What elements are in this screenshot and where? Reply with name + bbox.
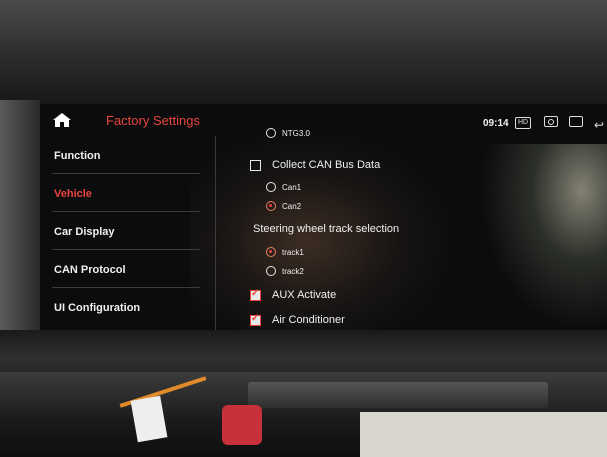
checkbox-collect-can-bus-data[interactable]: Collect CAN Bus Data <box>230 159 430 173</box>
bezel-top <box>0 0 607 108</box>
camera-icon[interactable] <box>544 116 558 127</box>
radio-track2[interactable]: track2 <box>230 265 330 277</box>
sidebar-item-function[interactable]: Function <box>40 136 206 174</box>
section-heading: Steering wheel track selection <box>253 223 400 235</box>
sidebar-item-ui-configuration[interactable]: UI Configuration <box>40 288 206 326</box>
sidebar-item-can-protocol[interactable]: CAN Protocol <box>40 250 206 288</box>
option-label: Collect CAN Bus Data <box>272 159 381 171</box>
option-label: Can1 <box>282 183 302 192</box>
sidebar-item-label: CAN Protocol <box>54 264 126 276</box>
option-label: track1 <box>282 248 304 257</box>
checkbox-aux-activate[interactable]: AUX Activate <box>230 288 390 303</box>
radio-button-selected <box>266 201 276 211</box>
window-icon[interactable] <box>569 116 583 127</box>
sidebar-item-label: Function <box>54 150 101 162</box>
hd-badge: HD <box>515 117 532 129</box>
checkbox <box>250 160 261 171</box>
radio-button <box>266 182 276 192</box>
head-unit-screen: Factory Settings 09:14 HD ↩ Function Veh… <box>40 104 607 330</box>
checkbox-checked <box>250 313 261 326</box>
sidebar: Function Vehicle Car Display CAN Protoco… <box>40 136 216 330</box>
settings-content: NTG3.0 Collect CAN Bus Data Can1 Can2 St… <box>230 128 607 330</box>
radio-track1[interactable]: track1 <box>230 246 330 258</box>
option-label: NTG3.0 <box>282 129 311 138</box>
sidebar-item-vehicle[interactable]: Vehicle <box>40 174 206 212</box>
radio-can2[interactable]: Can2 <box>230 200 330 212</box>
radio-button <box>266 128 276 138</box>
connector-bar <box>248 382 548 408</box>
checkbox-air-conditioner[interactable]: Air Conditioner <box>230 313 390 328</box>
back-icon[interactable]: ↩ <box>594 118 604 132</box>
dashboard-panel <box>360 412 607 457</box>
sidebar-item-car-display[interactable]: Car Display <box>40 212 206 250</box>
bezel-bottom <box>0 330 607 378</box>
radio-button <box>266 266 276 276</box>
radio-button-selected <box>266 247 276 257</box>
option-label: AUX Activate <box>272 289 337 301</box>
checkbox-checked <box>250 288 261 301</box>
wire-connector <box>222 405 262 445</box>
option-label: Can2 <box>282 202 302 211</box>
option-label: track2 <box>282 267 304 276</box>
page-title: Factory Settings <box>106 113 200 128</box>
sidebar-item-label: Car Display <box>54 226 115 238</box>
sidebar-item-label: UI Configuration <box>54 302 141 314</box>
bezel-left <box>0 100 40 340</box>
clock: 09:14 <box>483 118 509 129</box>
home-icon[interactable] <box>52 112 72 128</box>
radio-can1[interactable]: Can1 <box>230 181 330 193</box>
radio-ntg30[interactable]: NTG3.0 <box>230 128 350 140</box>
sidebar-item-label: Vehicle <box>54 188 92 200</box>
option-label: Air Conditioner <box>272 314 345 326</box>
